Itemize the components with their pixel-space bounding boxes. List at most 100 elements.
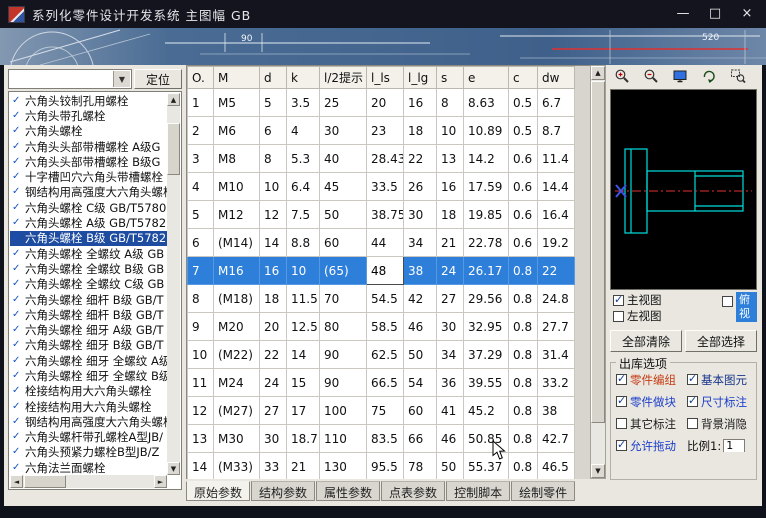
table-cell[interactable]: 34 [404, 229, 437, 257]
table-cell[interactable]: 46 [437, 425, 464, 453]
table-cell[interactable]: 62.5 [367, 341, 404, 369]
table-cell[interactable]: 30 [260, 425, 287, 453]
table-cell[interactable]: 78 [404, 453, 437, 480]
table-cell[interactable]: 8.63 [464, 89, 509, 117]
table-cell[interactable]: 54.5 [367, 285, 404, 313]
column-header[interactable]: e [464, 67, 509, 89]
table-cell[interactable]: 30 [437, 313, 464, 341]
table-cell[interactable]: 21 [437, 229, 464, 257]
table-cell[interactable]: 14 [260, 229, 287, 257]
orbit-icon[interactable] [697, 66, 721, 86]
table-cell[interactable]: 46 [404, 313, 437, 341]
table-cell[interactable]: (M27) [214, 397, 260, 425]
table-cell[interactable]: 18.7 [287, 425, 320, 453]
fit-view-icon[interactable] [668, 66, 692, 86]
table-row[interactable]: 11M2424159066.5543639.550.833.2 [188, 369, 591, 397]
checkbox-icon[interactable] [687, 374, 698, 385]
table-cell[interactable]: 0.5 [509, 117, 538, 145]
table-cell[interactable]: M5 [214, 89, 260, 117]
table-cell[interactable]: 22 [404, 145, 437, 173]
table-cell[interactable]: 10 [260, 173, 287, 201]
table-cell[interactable]: 0.8 [509, 341, 538, 369]
table-cell[interactable]: 54 [404, 369, 437, 397]
table-row[interactable]: 6(M14)148.86044342122.780.619.2 [188, 229, 591, 257]
table-cell[interactable]: 41 [437, 397, 464, 425]
table-cell[interactable]: 90 [320, 369, 367, 397]
table-cell[interactable]: 11.4 [538, 145, 575, 173]
table-cell[interactable]: 18 [437, 201, 464, 229]
table-cell[interactable]: 10 [287, 257, 320, 285]
table-cell[interactable]: M10 [214, 173, 260, 201]
table-cell[interactable]: (M18) [214, 285, 260, 313]
option-checkbox[interactable]: 基本图元 [687, 373, 754, 386]
table-cell[interactable]: 0.5 [509, 89, 538, 117]
zoom-in-icon[interactable] [610, 66, 634, 86]
table-cell[interactable]: 8 [437, 89, 464, 117]
table-cell[interactable]: 0.6 [509, 229, 538, 257]
table-cell[interactable]: 50 [320, 201, 367, 229]
column-header[interactable]: k [287, 67, 320, 89]
table-cell[interactable]: 13 [188, 425, 214, 453]
top-view-label[interactable]: 俯视图 [736, 292, 757, 322]
table-cell[interactable]: 16 [404, 89, 437, 117]
table-cell[interactable]: 110 [320, 425, 367, 453]
table-cell[interactable]: 60 [320, 229, 367, 257]
tab-4[interactable]: 点表参数 [381, 481, 445, 501]
table-cell[interactable]: 11.5 [287, 285, 320, 313]
view-toggle[interactable]: 左视图 [613, 309, 723, 323]
column-header[interactable]: l_lg [404, 67, 437, 89]
table-cell[interactable]: 36 [437, 369, 464, 397]
part-list-item[interactable]: ✓ 六角头螺栓 全螺纹 C级 GB [10, 277, 167, 292]
part-list-item[interactable]: ✓ 六角头螺栓 全螺纹 A级 GB [10, 246, 167, 261]
table-cell[interactable]: 29.56 [464, 285, 509, 313]
table-cell[interactable]: 17 [287, 397, 320, 425]
part-list-item[interactable]: ✓ 栓接结构用大六角头螺栓 [10, 399, 167, 414]
table-cell[interactable]: 12 [188, 397, 214, 425]
table-cell[interactable]: 6.7 [538, 89, 575, 117]
table-cell[interactable]: 26.17 [464, 257, 509, 285]
table-cell[interactable]: 2 [188, 117, 214, 145]
table-cell[interactable]: 32.95 [464, 313, 509, 341]
part-list-item[interactable]: ✓ 六角头头部带槽螺栓 A级G [10, 139, 167, 154]
part-list-item[interactable]: ✓ 六角头螺栓 细牙 B级 GB/T [10, 338, 167, 353]
table-cell[interactable]: 16 [437, 173, 464, 201]
table-cell[interactable]: 60 [404, 397, 437, 425]
part-list-item[interactable]: ✓ 钢结构用高强度大六角头螺栓 [10, 185, 167, 200]
table-cell[interactable]: 44 [367, 229, 404, 257]
table-cell[interactable]: 11 [188, 369, 214, 397]
table-cell[interactable]: 42.7 [538, 425, 575, 453]
checkbox-icon[interactable] [616, 396, 627, 407]
column-header[interactable]: O. [188, 67, 214, 89]
table-cell[interactable]: M24 [214, 369, 260, 397]
tab-3[interactable]: 属性参数 [316, 481, 380, 501]
table-cell[interactable]: 0.8 [509, 257, 538, 285]
tab-2[interactable]: 结构参数 [251, 481, 315, 501]
table-cell[interactable]: 27 [437, 285, 464, 313]
table-cell[interactable]: 42 [404, 285, 437, 313]
table-cell[interactable]: 38.75 [367, 201, 404, 229]
table-cell[interactable]: 0.8 [509, 369, 538, 397]
table-cell[interactable]: 6 [188, 229, 214, 257]
part-list-item[interactable]: ✓ 六角头螺栓 B级 GB/T5782 [10, 231, 167, 246]
table-cell[interactable]: 10 [437, 117, 464, 145]
zoom-out-icon[interactable] [639, 66, 663, 86]
part-list-item[interactable]: ✓ 六角头螺栓 全螺纹 B级 GB [10, 261, 167, 276]
table-row[interactable]: 7M161610(65)48382426.170.822 [188, 257, 591, 285]
table-cell[interactable]: 39.55 [464, 369, 509, 397]
table-cell[interactable]: 24 [437, 257, 464, 285]
part-list-item[interactable]: ✓ 六角头螺栓 [10, 124, 167, 139]
table-cell[interactable]: 16.4 [538, 201, 575, 229]
table-row[interactable]: 4M10106.44533.5261617.590.614.4 [188, 173, 591, 201]
close-button[interactable]: × [734, 4, 760, 24]
table-cell[interactable]: 33.5 [367, 173, 404, 201]
table-cell[interactable]: 95.5 [367, 453, 404, 480]
table-cell[interactable]: (M22) [214, 341, 260, 369]
table-row[interactable]: 2M6643023181010.890.58.7 [188, 117, 591, 145]
chevron-down-icon[interactable]: ▼ [113, 71, 130, 87]
option-checkbox[interactable]: 允许拖动 [616, 439, 687, 452]
column-header[interactable]: M [214, 67, 260, 89]
part-list-item[interactable]: ✓ 六角头螺栓 细杆 B级 GB/T [10, 292, 167, 307]
table-row[interactable]: 1M553.525201688.630.56.7 [188, 89, 591, 117]
option-checkbox[interactable]: 零件编组 [616, 373, 687, 386]
table-cell[interactable]: 70 [320, 285, 367, 313]
